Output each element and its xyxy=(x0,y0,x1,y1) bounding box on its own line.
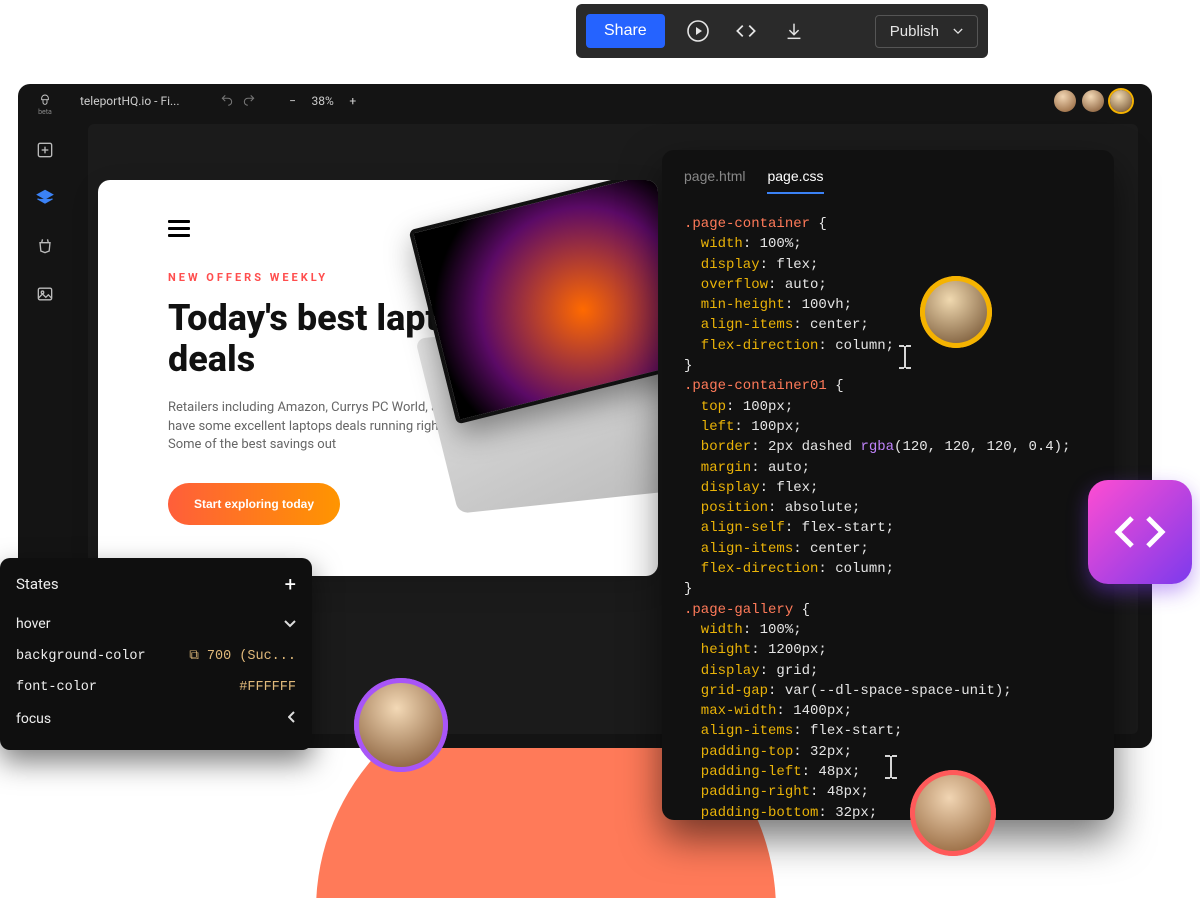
states-title: States xyxy=(16,575,59,593)
state-prop-row[interactable]: background-color ⧉ 700 (Suc... xyxy=(16,640,296,672)
prop-value: #FFFFFF xyxy=(239,680,296,695)
beta-label: beta xyxy=(38,108,52,116)
publish-label: Publish xyxy=(890,23,939,40)
add-icon[interactable] xyxy=(33,138,57,162)
image-icon[interactable] xyxy=(33,282,57,306)
state-prop-row[interactable]: font-color #FFFFFF xyxy=(16,672,296,703)
states-panel: States + hover background-color ⧉ 700 (S… xyxy=(0,558,312,750)
zoom-out-button[interactable]: − xyxy=(286,94,300,108)
tab-page-html[interactable]: page.html xyxy=(684,168,745,194)
code-body[interactable]: .page-container { width: 100%; display: … xyxy=(684,214,1092,823)
zoom-value: 38% xyxy=(312,94,334,108)
landing-page-preview[interactable]: NEW OFFERS WEEKLY Today's best laptop de… xyxy=(98,180,658,576)
state-row-hover[interactable]: hover xyxy=(16,608,296,640)
avatar[interactable] xyxy=(1110,90,1132,112)
code-badge-icon xyxy=(1088,480,1192,584)
text-cursor-icon xyxy=(882,754,900,780)
collaborator-avatar-purple[interactable] xyxy=(354,678,448,772)
state-label: focus xyxy=(16,711,51,727)
undo-icon[interactable] xyxy=(220,93,234,110)
publish-button[interactable]: Publish xyxy=(875,15,978,48)
redo-icon[interactable] xyxy=(242,93,256,110)
code-tabs: page.html page.css xyxy=(684,168,1092,194)
code-panel: page.html page.css .page-container { wid… xyxy=(662,150,1114,820)
editor-topbar: beta teleportHQ.io - Fi... − 38% + xyxy=(18,84,1152,118)
code-icon[interactable] xyxy=(731,16,761,46)
tab-page-css[interactable]: page.css xyxy=(767,168,823,194)
prop-name: font-color xyxy=(16,680,97,695)
avatar[interactable] xyxy=(1082,90,1104,112)
app-logo[interactable]: beta xyxy=(24,87,66,116)
chevron-down-icon xyxy=(284,616,296,632)
add-state-button[interactable]: + xyxy=(285,572,296,596)
layers-icon[interactable] xyxy=(33,186,57,210)
state-label: hover xyxy=(16,616,50,632)
text-cursor-icon xyxy=(896,344,914,370)
collaborator-avatars xyxy=(1054,90,1132,112)
prop-value: 700 (Suc... xyxy=(207,649,296,664)
collaborator-avatar-yellow[interactable] xyxy=(920,276,992,348)
download-icon[interactable] xyxy=(779,16,809,46)
prop-name: background-color xyxy=(16,649,146,664)
chevron-down-icon xyxy=(953,28,963,35)
collaborator-avatar-red[interactable] xyxy=(910,770,996,856)
avatar[interactable] xyxy=(1054,90,1076,112)
zoom-controls: − 38% + xyxy=(286,94,360,108)
zoom-in-button[interactable]: + xyxy=(346,94,360,108)
top-toolbar: Share Publish xyxy=(576,4,988,58)
css-icon[interactable] xyxy=(33,234,57,258)
left-rail xyxy=(18,124,72,306)
document-title[interactable]: teleportHQ.io - Fi... xyxy=(80,94,180,108)
laptop-illustration xyxy=(375,180,658,529)
play-icon[interactable] xyxy=(683,16,713,46)
state-row-focus[interactable]: focus xyxy=(16,703,296,735)
chevron-left-icon xyxy=(288,711,296,727)
cta-button[interactable]: Start exploring today xyxy=(168,483,340,525)
link-icon: ⧉ xyxy=(189,648,199,664)
share-button[interactable]: Share xyxy=(586,14,665,48)
